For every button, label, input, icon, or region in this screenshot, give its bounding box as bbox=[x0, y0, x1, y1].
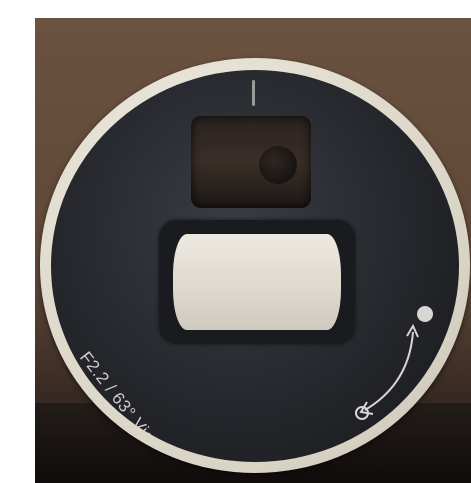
camera-lens-face: F2.2 / 63° View bbox=[51, 70, 459, 462]
hollow-dot-icon bbox=[355, 406, 369, 420]
camera-lens-icon bbox=[259, 146, 297, 184]
camera-photo: F2.2 / 63° View bbox=[35, 18, 471, 483]
sensor-window bbox=[191, 116, 311, 208]
display-window bbox=[173, 234, 341, 330]
alignment-tick bbox=[252, 80, 255, 106]
